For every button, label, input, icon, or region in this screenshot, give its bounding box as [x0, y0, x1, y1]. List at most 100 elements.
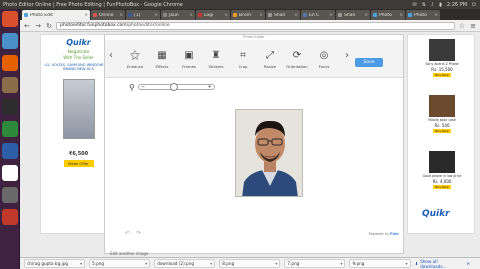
tool-orientation[interactable]: ⟳ Orientation: [285, 49, 309, 75]
reload-icon[interactable]: ↻: [45, 22, 53, 30]
tools-next-arrow-icon[interactable]: ›: [345, 50, 349, 61]
download-item[interactable]: 9.png ▾: [349, 259, 411, 268]
network-icon[interactable]: ⇅: [422, 2, 426, 8]
tab-favicon-icon: [268, 13, 272, 17]
buy-now-button[interactable]: Buy Now: [433, 73, 451, 77]
browser-tab[interactable]: Online ×: [91, 10, 125, 20]
save-button[interactable]: Save: [355, 58, 383, 67]
launcher-updates-icon[interactable]: [2, 209, 18, 225]
forward-icon[interactable]: →: [34, 22, 42, 30]
pixlr-logo[interactable]: Pixlr: [390, 232, 399, 236]
tools-prev-arrow-icon[interactable]: ‹: [109, 50, 113, 61]
tool-focus[interactable]: ◎ Focus: [312, 49, 336, 75]
ad-product-price: Rs. 4,000: [432, 179, 452, 184]
tool-enhance[interactable]: ⚝ Enhance: [123, 49, 147, 75]
chevron-down-icon[interactable]: ▾: [80, 261, 82, 266]
volume-icon[interactable]: ♪: [431, 2, 434, 8]
browser-tab[interactable]: Photo ×: [371, 10, 405, 20]
buy-now-button[interactable]: Buy Now: [433, 129, 451, 133]
launcher-files-icon[interactable]: [2, 77, 18, 93]
launcher-settings-icon[interactable]: [2, 187, 18, 203]
download-item[interactable]: 7.png ▾: [284, 259, 346, 268]
zoom-slider[interactable]: − +: [137, 83, 215, 91]
download-item[interactable]: chirag gupta bg.jpg ▾: [24, 259, 86, 268]
effects-icon: ▦: [157, 49, 167, 61]
ad-product[interactable]: Sony Xperia Z Phone Rs. 15,500 Buy Now: [413, 39, 471, 77]
clock[interactable]: 2:26 PM: [447, 2, 467, 8]
tab-close-icon[interactable]: ×: [84, 13, 88, 18]
chevron-down-icon[interactable]: ▾: [145, 261, 147, 266]
tab-close-icon[interactable]: ×: [399, 13, 403, 18]
edited-photo[interactable]: [235, 109, 303, 197]
zoom-out-icon[interactable]: −: [141, 84, 145, 90]
window-title: Photo Editor Online | Free Photo Editing…: [3, 1, 183, 8]
launcher-firefox-icon[interactable]: [2, 55, 18, 71]
chevron-down-icon[interactable]: ▾: [210, 261, 212, 266]
launcher-writer-icon[interactable]: [2, 143, 18, 159]
download-filename: chirag gupta bg.jpg: [27, 261, 69, 266]
browser-tab[interactable]: Shan ×: [336, 10, 370, 20]
address-path: /photoeditor/online: [126, 23, 170, 28]
tab-close-icon[interactable]: ×: [189, 13, 193, 18]
launcher-calc-icon[interactable]: [2, 121, 18, 137]
chevron-down-icon[interactable]: ▾: [340, 261, 342, 266]
browser-tab[interactable]: (1) ×: [126, 10, 160, 20]
tool-label: Resize: [263, 64, 277, 69]
tab-close-icon[interactable]: ×: [259, 13, 263, 18]
tool-stickers[interactable]: ♜ Stickers: [204, 49, 228, 75]
right-ad[interactable]: Quikr Sony Xperia Z Phone Rs. 15,500 Buy N…: [407, 34, 475, 234]
launcher-amazon-icon[interactable]: [2, 165, 18, 181]
browser-tab[interactable]: Jaun ×: [161, 10, 195, 20]
battery-icon[interactable]: ▮: [439, 2, 442, 8]
launcher-terminal-icon[interactable]: [2, 99, 18, 115]
download-item[interactable]: 8.png ▾: [219, 259, 281, 268]
zoom-in-icon[interactable]: +: [208, 84, 212, 90]
tool-effects[interactable]: ▦ Effects: [150, 49, 174, 75]
chevron-down-icon[interactable]: ▾: [406, 261, 408, 266]
tool-resize[interactable]: ⤢ Resize: [258, 49, 282, 75]
browser-tab[interactable]: Shan ×: [266, 10, 300, 20]
launcher-chromium-icon[interactable]: [2, 33, 18, 49]
ad-product[interactable]: Mobile back case Rs. 540 Buy Now: [413, 95, 471, 133]
show-all-downloads[interactable]: ⬇ Show all downloads... ✕: [415, 259, 470, 269]
ad-product[interactable]: Good phone in low price Rs. 4,000 Buy Now: [413, 151, 471, 189]
star-icon[interactable]: ☆: [458, 22, 466, 30]
browser-tab[interactable]: Photo Edit ×: [22, 10, 90, 20]
redo-icon[interactable]: ↷: [136, 230, 141, 237]
tab-close-icon[interactable]: ×: [119, 13, 123, 18]
tool-label: Effects: [155, 64, 169, 69]
menu-icon[interactable]: ≡: [469, 22, 477, 30]
browser-tab[interactable]: Logi ×: [196, 10, 230, 20]
tab-close-icon[interactable]: ×: [329, 13, 333, 18]
browser-tab[interactable]: Photo ×: [406, 10, 440, 20]
tool-crop[interactable]: ⌗ Crop: [231, 49, 255, 75]
tab-label: Online: [99, 12, 114, 18]
download-item[interactable]: download (2).png ▾: [154, 259, 216, 268]
launcher-ubuntu-dash-icon[interactable]: [2, 11, 18, 27]
browser-tab[interactable]: Brom ×: [231, 10, 265, 20]
tab-close-icon[interactable]: ×: [224, 13, 228, 18]
tab-label: En C: [309, 12, 320, 18]
tool-frames[interactable]: ▣ Frames: [177, 49, 201, 75]
make-offer-button[interactable]: Make Offer: [63, 160, 94, 167]
chevron-down-icon[interactable]: ▾: [275, 261, 277, 266]
close-icon[interactable]: ✕: [466, 261, 470, 266]
zoom-slider-knob[interactable]: [169, 83, 178, 91]
download-item[interactable]: 5.png ▾: [89, 259, 151, 268]
address-bar[interactable]: photoeditor.funphotobox.com /photoeditor…: [56, 21, 455, 30]
download-filename: 8.png: [222, 261, 235, 266]
tool-label: Frames: [182, 64, 196, 69]
back-icon[interactable]: ←: [23, 22, 31, 30]
undo-icon[interactable]: ↶: [125, 230, 130, 237]
mail-icon[interactable]: ✉: [413, 2, 417, 8]
tab-label: Photo: [379, 12, 392, 18]
tab-close-icon[interactable]: ×: [154, 13, 158, 18]
edit-another-tab[interactable]: Edit another image: [110, 251, 148, 256]
tab-close-icon[interactable]: ×: [294, 13, 298, 18]
browser-tab[interactable]: En C ×: [301, 10, 335, 20]
tab-close-icon[interactable]: ×: [434, 13, 438, 18]
power-icon[interactable]: ⏻: [472, 2, 476, 8]
powered-by: Powered by Pixlr: [369, 232, 399, 236]
buy-now-button[interactable]: Buy Now: [433, 185, 451, 189]
tab-close-icon[interactable]: ×: [364, 13, 368, 18]
